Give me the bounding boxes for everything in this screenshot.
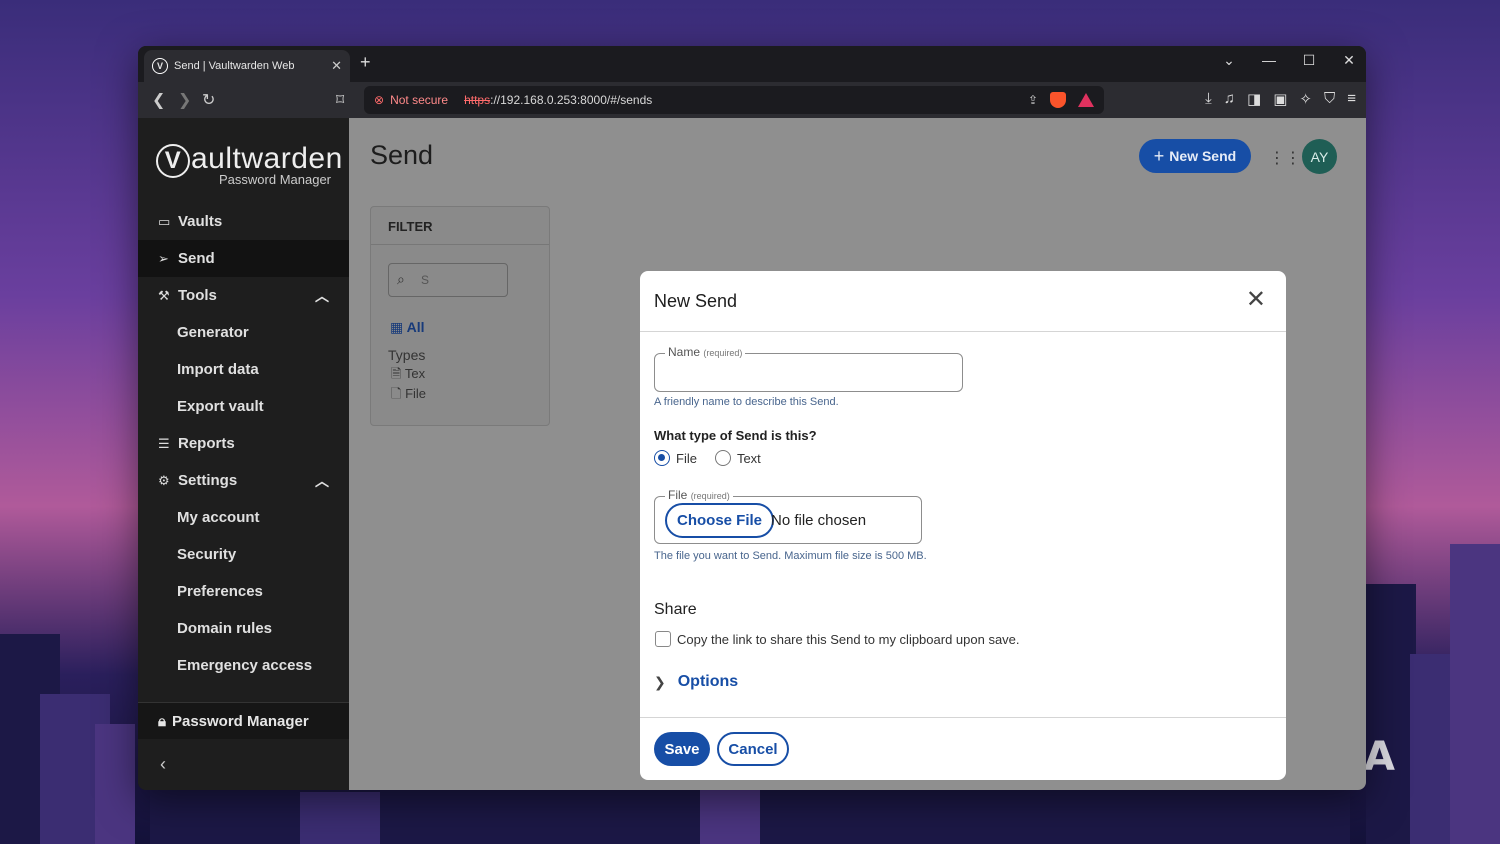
brave-rewards-icon[interactable] — [1078, 93, 1094, 107]
minimize-icon[interactable]: — — [1260, 52, 1278, 69]
new-tab-icon[interactable]: + — [360, 52, 371, 73]
choose-file-button[interactable]: Choose File — [665, 503, 775, 538]
close-dialog-icon[interactable]: ✕ — [1246, 287, 1266, 313]
save-button[interactable]: Save — [654, 732, 710, 766]
sidebar-item-tools[interactable]: ⚒ Tools ︿ — [138, 277, 349, 314]
copy-link-checkbox[interactable] — [655, 631, 671, 647]
filter-all-sends[interactable]: ▦ All — [390, 319, 425, 336]
sidebar-item-password-manager[interactable]: 🔒︎ Password Manager — [138, 702, 349, 739]
chevron-right-icon: ❯ — [654, 673, 666, 690]
address-bar[interactable]: ⊗ Not secure https://192.168.0.253:8000/… — [364, 86, 1104, 114]
page-title: Send — [370, 140, 434, 170]
grid-icon: ▦ — [390, 319, 407, 335]
url-text[interactable]: https://192.168.0.253:8000/#/sends — [464, 93, 652, 107]
warning-icon: ⊗ — [374, 93, 385, 107]
main-content: Send + New Send ⋮⋮⋮ AY FILTER ⌕ S ▦ All … — [349, 118, 1366, 790]
tab-bar: V Send | Vaultwarden Web ✕ + ⌄ — ☐ ✕ — [138, 46, 1366, 82]
bookmark-icon[interactable]: ⌑ — [336, 90, 344, 110]
extension-icons: ⤓ ♫ ◨ ▣ ✧ ⛉ ≡ — [1205, 90, 1356, 108]
sidebar-item-domain-rules[interactable]: Domain rules — [138, 610, 349, 647]
sidebar-toggle-icon[interactable]: ◨ — [1247, 90, 1261, 108]
send-type-question: What type of Send is this? — [654, 428, 817, 443]
sidebar: Vaultwarden Password Manager ▭ Vaults ➢ Se… — [138, 118, 349, 790]
sidebar-item-my-account[interactable]: My account — [138, 499, 349, 536]
sidebar-item-emergency-access[interactable]: Emergency access — [138, 647, 349, 684]
chevron-up-icon[interactable]: ︿ — [315, 286, 329, 306]
wrench-icon: ⚒ — [158, 287, 170, 303]
menu-icon[interactable]: ≡ — [1347, 90, 1356, 108]
maximize-icon[interactable]: ☐ — [1300, 52, 1318, 69]
vaultwarden-logo[interactable]: Vaultwarden Password Manager — [156, 142, 343, 187]
vaultwarden-app: Vaultwarden Password Manager ▭ Vaults ➢ Se… — [138, 118, 1366, 790]
search-icon: ⌕ — [397, 271, 405, 287]
dialog-footer: Save Cancel — [640, 717, 1286, 780]
type-file-radio[interactable] — [654, 450, 670, 466]
media-icon[interactable]: ♫ — [1224, 90, 1235, 108]
type-text-radio[interactable] — [714, 450, 731, 466]
share-icon[interactable]: ⇪ — [1028, 93, 1038, 107]
sidebar-item-generator[interactable]: Generator — [138, 314, 349, 351]
close-window-icon[interactable]: ✕ — [1340, 52, 1358, 69]
vaultwarden-favicon-icon: V — [152, 58, 168, 74]
download-icon[interactable]: ⤓ — [1205, 90, 1212, 108]
sidebar-item-preferences[interactable]: Preferences — [138, 573, 349, 610]
close-tab-icon[interactable]: ✕ — [331, 58, 342, 74]
not-secure-label[interactable]: Not secure — [390, 93, 448, 107]
sliders-icon: ☰ — [158, 435, 170, 451]
sidebar-nav: ▭ Vaults ➢ Send ⚒ Tools ︿ Generator Import … — [138, 203, 349, 684]
copy-link-label[interactable]: Copy the link to share this Send to my c… — [677, 632, 1020, 647]
sidebar-item-security[interactable]: Security — [138, 536, 349, 573]
file-hint: The file you want to Send. Maximum file … — [654, 550, 927, 562]
forward-icon[interactable]: ❯ — [178, 90, 191, 110]
filter-heading: FILTER — [371, 207, 549, 245]
gear-icon: ⚙ — [158, 472, 170, 488]
filter-panel: FILTER ⌕ S ▦ All Types 🗎︎ Tex 🗋︎ File — [370, 206, 550, 426]
window-controls: ⌄ — ☐ ✕ — [1220, 52, 1358, 69]
avatar[interactable]: AY — [1302, 139, 1337, 174]
text-file-icon: 🗎︎ — [391, 366, 405, 381]
tab-search-chevron-icon[interactable]: ⌄ — [1220, 52, 1238, 69]
type-text-label[interactable]: Text — [737, 451, 761, 466]
dialog-title: New Send — [654, 291, 738, 311]
filter-search-input[interactable]: ⌕ S — [388, 263, 508, 297]
file-icon: 🗋︎ — [391, 386, 406, 401]
sidebar-item-settings[interactable]: ⚙ Settings ︿ — [138, 462, 349, 499]
dialog-header: New Send ✕ — [640, 271, 1286, 332]
browser-toolbar: ❮ ❯ ↻ ⌑ ⊗ Not secure https://192.168.0.2… — [138, 82, 1366, 118]
wallet-icon[interactable]: ▣ — [1273, 90, 1287, 108]
plus-icon: + — [1153, 145, 1165, 166]
filter-type-file[interactable]: 🗋︎ File — [391, 385, 426, 407]
chevron-up-icon[interactable]: ︿ — [315, 471, 329, 491]
filter-types-label: Types — [388, 347, 426, 363]
tab-title: Send | Vaultwarden Web — [174, 60, 295, 72]
vpn-shield-icon[interactable]: ⛉ — [1324, 90, 1335, 108]
lock-icon: 🔒︎ — [158, 712, 166, 730]
leo-ai-icon[interactable]: ✧ — [1299, 90, 1312, 108]
reload-icon[interactable]: ↻ — [202, 90, 215, 110]
file-field: File (required) Choose File No file chos… — [654, 488, 922, 544]
collapse-sidebar-icon[interactable]: ‹ — [160, 754, 166, 775]
cancel-button[interactable]: Cancel — [717, 732, 789, 766]
sidebar-item-import-data[interactable]: Import data — [138, 351, 349, 388]
paper-plane-icon: ➢ — [158, 250, 169, 266]
sidebar-item-vaults[interactable]: ▭ Vaults — [138, 203, 349, 240]
no-file-chosen-text: No file chosen — [771, 512, 867, 529]
sidebar-item-export-vault[interactable]: Export vault — [138, 388, 349, 425]
name-field[interactable]: Name (required) — [654, 345, 963, 392]
back-icon[interactable]: ❮ — [152, 90, 165, 110]
browser-tab[interactable]: V Send | Vaultwarden Web ✕ — [144, 50, 350, 82]
browser-window: V Send | Vaultwarden Web ✕ + ⌄ — ☐ ✕ ❮ ❯… — [138, 46, 1366, 790]
new-send-dialog: New Send ✕ Name (required) A friendly na… — [640, 271, 1286, 780]
new-send-button[interactable]: + New Send — [1139, 139, 1251, 173]
vault-icon: ▭ — [158, 213, 171, 229]
sidebar-item-send[interactable]: ➢ Send — [138, 240, 349, 277]
name-hint: A friendly name to describe this Send. — [654, 396, 839, 408]
share-section-title: Share — [654, 601, 697, 618]
options-toggle[interactable]: ❯ Options — [654, 673, 738, 691]
filter-type-text[interactable]: 🗎︎ Tex — [391, 365, 425, 387]
brave-shields-icon[interactable] — [1050, 92, 1066, 108]
type-file-label[interactable]: File — [676, 451, 697, 466]
sidebar-item-reports[interactable]: ☰ Reports — [138, 425, 349, 462]
